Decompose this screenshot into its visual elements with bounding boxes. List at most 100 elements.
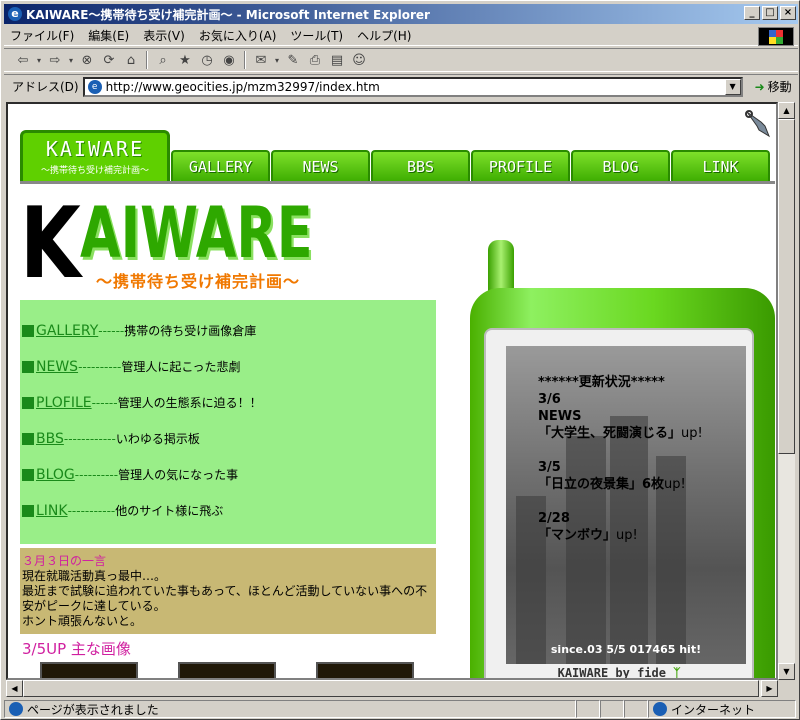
bullet-icon bbox=[22, 504, 34, 517]
link-blog[interactable]: BLOG bbox=[36, 467, 75, 483]
phone-body: ******更新状況***** 3/6 NEWS 「大学生、死闘演じる」up! … bbox=[470, 288, 775, 680]
vertical-scrollbar[interactable]: ▲ ▼ bbox=[778, 102, 795, 680]
update-date: 3/6 bbox=[538, 392, 561, 407]
nav-desc: 管理人に起こった悲劇 bbox=[121, 360, 241, 374]
tab-gallery[interactable]: GALLERY bbox=[171, 150, 270, 182]
media-icon[interactable]: ◉ bbox=[218, 50, 240, 70]
menu-edit[interactable]: 編集(E) bbox=[88, 27, 129, 44]
image-thumbnail[interactable] bbox=[40, 662, 138, 678]
address-bar: アドレス(D) e http://www.geocities.jp/mzm329… bbox=[4, 74, 798, 98]
favorites-icon[interactable]: ★ bbox=[174, 50, 196, 70]
address-dropdown-icon[interactable]: ▼ bbox=[724, 78, 741, 95]
scroll-up-icon[interactable]: ▲ bbox=[778, 102, 795, 119]
toolbar: ⇦ ▾ ⇨ ▾ ⊗ ⟳ ⌂ ⌕ ★ ◷ ◉ ✉ ▾ ✎ ⎙ ▤ ☺ bbox=[4, 48, 798, 72]
tab-bbs[interactable]: BBS bbox=[371, 150, 470, 182]
new-images-heading: 3/5UP 主な画像 bbox=[22, 640, 131, 658]
nav-list: GALLERY ------ 携帯の待ち受け画像倉庫 NEWS --------… bbox=[20, 300, 436, 544]
discuss-icon[interactable]: ▤ bbox=[326, 50, 348, 70]
tab-blog[interactable]: BLOG bbox=[571, 150, 670, 182]
bullet-icon bbox=[22, 360, 34, 373]
mail-icon[interactable]: ✉ bbox=[250, 50, 272, 70]
nav-row-link: LINK ----------- 他のサイト様に飛ぶ bbox=[22, 502, 223, 519]
nav-row-news: NEWS ---------- 管理人に起こった悲劇 bbox=[22, 358, 241, 375]
scroll-right-icon[interactable]: ▶ bbox=[761, 680, 778, 697]
daily-comment-line: 安がピークに達している。 bbox=[22, 599, 166, 613]
search-icon[interactable]: ⌕ bbox=[152, 50, 174, 70]
tab-divider bbox=[20, 181, 775, 184]
address-input[interactable]: e http://www.geocities.jp/mzm32997/index… bbox=[82, 76, 743, 97]
history-icon[interactable]: ◷ bbox=[196, 50, 218, 70]
phone-screen: ******更新状況***** 3/6 NEWS 「大学生、死闘演じる」up! … bbox=[506, 346, 746, 664]
update-item[interactable]: 「大学生、死闘演じる」 bbox=[538, 426, 681, 441]
link-link[interactable]: LINK bbox=[36, 503, 68, 519]
forward-dropdown-icon[interactable]: ▾ bbox=[66, 50, 76, 70]
close-button[interactable]: × bbox=[780, 6, 796, 20]
daily-comment-line: 最近まで試験に追われていた事もあって、ほとんど活動していない事への不 bbox=[22, 584, 428, 598]
phone-bezel: ******更新状況***** 3/6 NEWS 「大学生、死闘演じる」up! … bbox=[484, 328, 754, 680]
mail-dropdown-icon[interactable]: ▾ bbox=[272, 50, 282, 70]
nav-dash: ------------ bbox=[63, 431, 116, 446]
zone-text: インターネット bbox=[671, 702, 756, 717]
link-bbs[interactable]: BBS bbox=[36, 431, 64, 447]
tab-news[interactable]: NEWS bbox=[271, 150, 370, 182]
nav-desc: 管理人の生態系に迫る！！ bbox=[117, 396, 262, 410]
menu-view[interactable]: 表示(V) bbox=[143, 27, 185, 44]
horizontal-scrollbar[interactable]: ◀ ▶ bbox=[6, 680, 778, 697]
go-button[interactable]: ➜ 移動 bbox=[755, 78, 792, 95]
bullet-icon bbox=[22, 324, 34, 337]
nav-desc: 携帯の待ち受け画像倉庫 bbox=[124, 324, 257, 338]
update-header: ******更新状況***** bbox=[538, 375, 665, 390]
menu-help[interactable]: ヘルプ(H) bbox=[357, 27, 411, 44]
stop-icon[interactable]: ⊗ bbox=[76, 50, 98, 70]
address-label: アドレス(D) bbox=[12, 80, 79, 94]
minimize-button[interactable]: _ bbox=[744, 6, 760, 20]
print-icon[interactable]: ⎙ bbox=[304, 50, 326, 70]
home-icon[interactable]: ⌂ bbox=[120, 50, 142, 70]
nav-dash: ---------- bbox=[78, 359, 122, 374]
menu-favorites[interactable]: お気に入り(A) bbox=[199, 27, 277, 44]
nav-row-gallery: GALLERY ------ 携帯の待ち受け画像倉庫 bbox=[22, 322, 256, 339]
back-dropdown-icon[interactable]: ▾ bbox=[34, 50, 44, 70]
tab-profile[interactable]: PROFILE bbox=[471, 150, 570, 182]
image-thumbnail[interactable] bbox=[178, 662, 276, 678]
edit-icon[interactable]: ✎ bbox=[282, 50, 304, 70]
status-cell bbox=[624, 700, 648, 718]
sprout-icon: ᛉ bbox=[673, 666, 681, 680]
update-date: 2/28 bbox=[538, 511, 570, 526]
tab-link[interactable]: LINK bbox=[671, 150, 770, 182]
update-status: ******更新状況***** 3/6 NEWS 「大学生、死闘演じる」up! … bbox=[538, 374, 703, 544]
status-text: ページが表示されました bbox=[27, 702, 159, 717]
daily-comment: ３月３日の一言 現在就職活動真っ最中…。 最近まで試験に追われていた事もあって、… bbox=[20, 548, 436, 634]
logo-tab[interactable]: KAIWARE 〜携帯待ち受け補完計画〜 bbox=[20, 130, 170, 182]
scroll-left-icon[interactable]: ◀ bbox=[6, 680, 23, 697]
refresh-icon[interactable]: ⟳ bbox=[98, 50, 120, 70]
image-thumbnail[interactable] bbox=[316, 662, 414, 678]
site-title-k: K bbox=[20, 187, 81, 301]
update-item[interactable]: 「日立の夜景集」6枚 bbox=[538, 477, 664, 492]
maximize-button[interactable]: □ bbox=[762, 6, 778, 20]
link-news[interactable]: NEWS bbox=[36, 359, 78, 375]
vertical-scroll-thumb[interactable] bbox=[778, 119, 795, 454]
scroll-down-icon[interactable]: ▼ bbox=[778, 663, 795, 680]
go-arrow-icon: ➜ bbox=[754, 79, 765, 94]
forward-icon[interactable]: ⇨ bbox=[44, 50, 66, 70]
nav-desc: 他のサイト様に飛ぶ bbox=[115, 504, 224, 518]
menu-tools[interactable]: ツール(T) bbox=[290, 27, 343, 44]
horizontal-scroll-thumb[interactable] bbox=[23, 680, 759, 697]
windows-logo-icon bbox=[758, 27, 794, 46]
phone-brand: KAIWARE by fide ᛉ bbox=[486, 666, 752, 680]
phone-graphic: ******更新状況***** 3/6 NEWS 「大学生、死闘演じる」up! … bbox=[470, 240, 775, 680]
nav-dash: ------ bbox=[91, 395, 118, 410]
update-item[interactable]: 「マンボウ」 bbox=[538, 528, 616, 543]
link-profile[interactable]: PLOFILE bbox=[36, 395, 92, 411]
link-gallery[interactable]: GALLERY bbox=[36, 323, 98, 339]
status-text-cell: ページが表示されました bbox=[4, 700, 576, 718]
nav-row-blog: BLOG ---------- 管理人の気になった事 bbox=[22, 466, 238, 483]
back-icon[interactable]: ⇦ bbox=[12, 50, 34, 70]
nav-dash: ---------- bbox=[74, 467, 119, 482]
menu-file[interactable]: ファイル(F) bbox=[10, 27, 74, 44]
messenger-icon[interactable]: ☺ bbox=[348, 50, 370, 70]
address-url: http://www.geocities.jp/mzm32997/index.h… bbox=[105, 79, 380, 94]
hit-counter: since.03 5/5 017465 hit! bbox=[550, 643, 702, 656]
nav-row-profile: PLOFILE ------ 管理人の生態系に迫る！！ bbox=[22, 394, 262, 411]
